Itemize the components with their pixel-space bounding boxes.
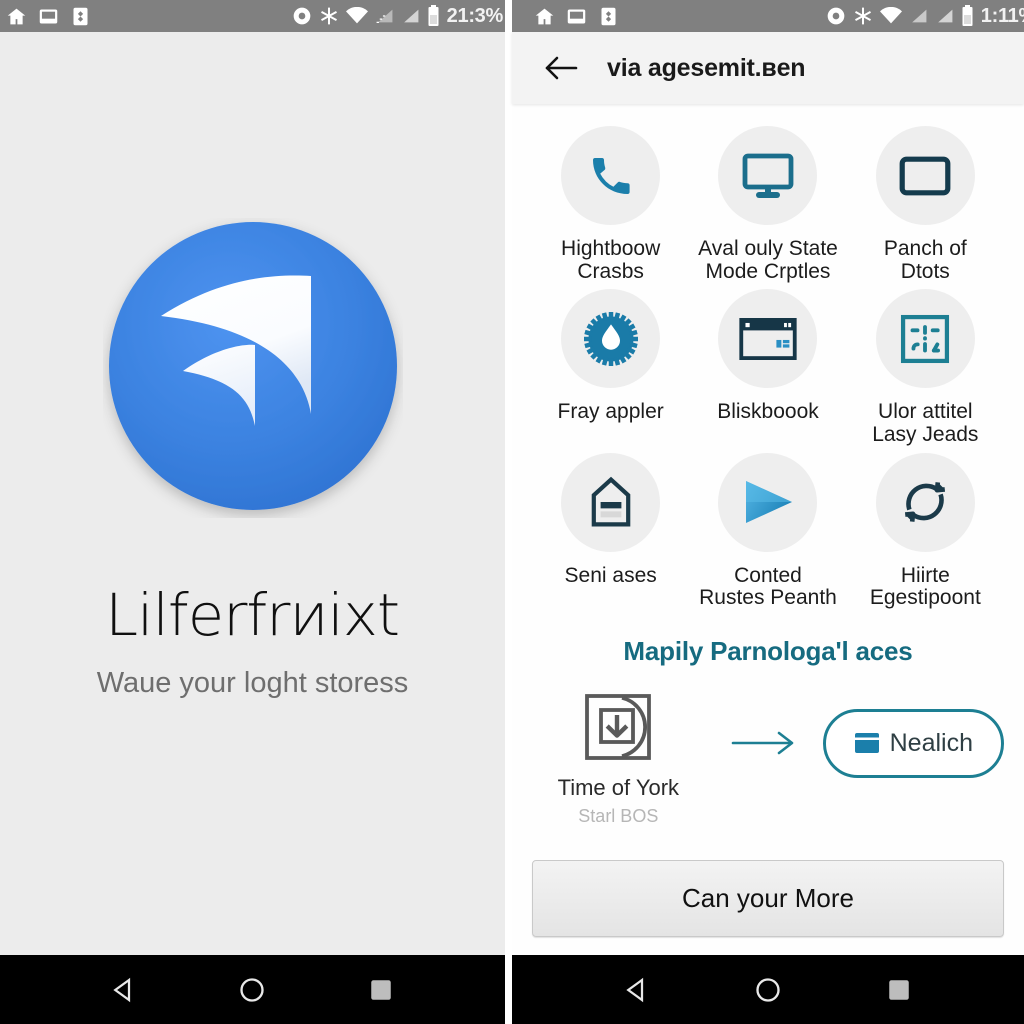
home-icon: [7, 8, 26, 24]
nealich-button[interactable]: Nealich: [822, 708, 1004, 778]
left-status-bar: 21:3%: [0, 0, 505, 32]
tile-bliskboook[interactable]: Bliskboook: [689, 289, 846, 446]
dashed-box-icon: [901, 314, 950, 363]
screenshot-icon: [567, 9, 586, 23]
tile-hiirte-egestipoont[interactable]: Hiirte Egestipoont: [847, 452, 1004, 610]
monitor-icon: [742, 153, 794, 198]
app-bar: via agesemit.ʙen: [512, 32, 1024, 104]
left-nav-bar: [0, 955, 505, 1024]
sync-disk-icon: [73, 7, 88, 25]
right-nav-bar: [512, 955, 1024, 1024]
tile-icon-bg: [875, 289, 975, 389]
tile-fray-appler[interactable]: Fray appler: [532, 289, 689, 446]
tile-hightboow-crasbs[interactable]: Hightboow Crasbs: [532, 126, 689, 283]
flow-source-label: Time of York: [557, 775, 680, 801]
section-title: Mapily Parnologa'l aces: [623, 636, 913, 667]
status-bar-left-icons: [534, 6, 619, 27]
signal2-icon: [937, 9, 953, 23]
transfer-flow: Time of York Starl BOS Nealich: [532, 689, 1004, 827]
status-clock: 21:3%: [446, 4, 504, 27]
tile-seni-ases[interactable]: Seni ases: [532, 452, 689, 610]
splash-screen: Lilferfrиixt Waue your loght storess: [0, 32, 505, 955]
tile-label: Panch of Dtots: [883, 237, 967, 283]
tile-aval-ouly-state[interactable]: Aval ouly State Mode Crptles: [689, 126, 846, 283]
camera-icon: [827, 7, 845, 25]
tile-label: Fray appler: [557, 400, 664, 424]
nav-back-button[interactable]: [610, 963, 664, 1017]
snowflake-icon: [320, 7, 337, 25]
camera-icon: [293, 7, 311, 25]
flow-source-sub: Starl BOS: [578, 806, 659, 827]
signal-icon: [376, 9, 393, 23]
phone-icon: [592, 157, 630, 194]
tile-ulor-attitel[interactable]: Ulor attitel Lasy Jeads: [847, 289, 1004, 446]
right-status-bar: 1:11%: [512, 0, 1024, 32]
tile-label: Seni ases: [564, 563, 657, 587]
tile-label: Ulor attitel Lasy Jeads: [872, 400, 979, 447]
back-arrow-icon[interactable]: [540, 47, 582, 89]
home-icon: [535, 8, 554, 24]
tile-label: Conted Rustes Peanth: [699, 563, 837, 610]
brand-name: Lilferfrиixt: [105, 580, 401, 649]
sync-disk-icon: [601, 7, 616, 25]
screenshot-icon: [39, 9, 58, 23]
tile-icon-bg: [718, 289, 818, 389]
battery-icon: [428, 5, 439, 26]
card-icon: [854, 733, 879, 754]
tile-label: Hiirte Egestipoont: [869, 563, 981, 610]
wifi-icon: [345, 7, 368, 24]
app-content: Hightboow Crasbs Aval ouly State Mode Crpt…: [512, 104, 1024, 955]
tile-icon-bg: [875, 126, 975, 225]
dual-screenshot: 21:3% Lilferfrиixt Waue your loght store…: [0, 0, 1024, 1024]
nav-recents-button[interactable]: [872, 963, 926, 1017]
feature-grid: Hightboow Crasbs Aval ouly State Mode Crpt…: [532, 104, 1004, 610]
nav-recents-button[interactable]: [354, 963, 408, 1017]
house-doc-icon: [591, 476, 630, 527]
nav-home-button[interactable]: [225, 963, 279, 1017]
right-arrow-icon: [731, 730, 797, 756]
wifi-icon: [879, 7, 902, 24]
tile-icon-bg: [718, 126, 818, 225]
more-button-wrap: Can your More: [532, 860, 1004, 955]
nav-back-button[interactable]: [97, 963, 151, 1017]
tile-icon-bg: [875, 452, 975, 552]
tile-icon-bg: [561, 126, 661, 225]
signal-icon: [911, 9, 927, 23]
tile-label: Bliskboook: [717, 400, 819, 424]
snowflake-icon: [854, 7, 871, 25]
play-icon: [745, 481, 792, 524]
tile-label: Hightboow Crasbs: [561, 237, 661, 283]
tile-icon-bg: [718, 452, 818, 552]
sync-icon: [905, 482, 946, 523]
tile-icon-bg: [561, 289, 661, 389]
tile-icon-bg: [561, 452, 661, 552]
square-circle-download-icon: [580, 689, 656, 765]
nav-home-button[interactable]: [741, 963, 795, 1017]
signal2-icon: [403, 9, 419, 23]
status-bar-left-icons: [6, 6, 91, 27]
tile-label: Aval ouly State Mode Crptles: [698, 237, 838, 283]
tile-conted-rustes-peanth[interactable]: Conted Rustes Peanth: [689, 452, 846, 610]
tablet-icon: [899, 156, 951, 195]
browser-icon: [739, 317, 797, 360]
status-bar-right-icons: 21:3%: [292, 0, 503, 32]
app-bar-title: via agesemit.ʙen: [607, 53, 806, 82]
nealich-label: Nealich: [889, 728, 973, 757]
flow-source[interactable]: Time of York Starl BOS: [532, 689, 705, 827]
status-clock: 1:11%: [980, 4, 1024, 27]
water-gear-icon: [583, 311, 638, 366]
can-your-more-button[interactable]: Can your More: [532, 860, 1004, 937]
app-logo: [103, 218, 403, 523]
left-phone-screen: 21:3% Lilferfrиixt Waue your loght store…: [0, 0, 505, 1024]
battery-icon: [962, 5, 973, 26]
status-bar-right-icons: 1:11%: [826, 0, 1024, 32]
tile-panch-of-dtots[interactable]: Panch of Dtots: [847, 126, 1004, 283]
brand-tagline: Waue your loght storess: [96, 666, 409, 699]
right-phone-screen: 1:11% via agesemit.ʙen Hightboo: [512, 0, 1024, 1024]
